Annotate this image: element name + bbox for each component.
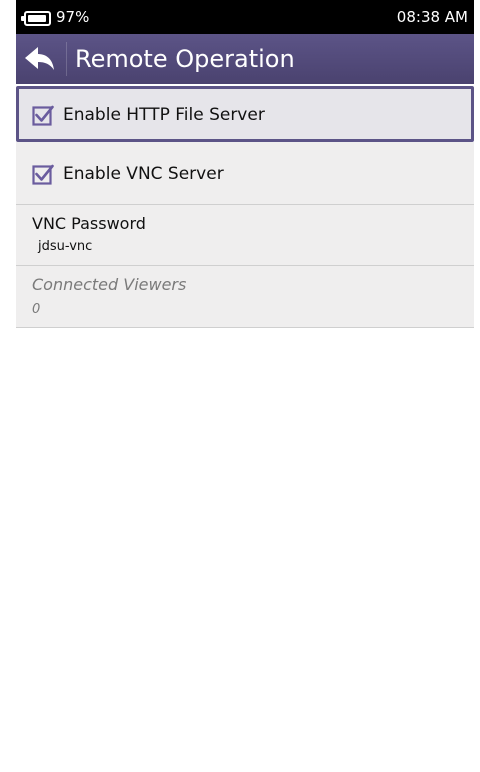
vnc-server-toggle[interactable]: Enable VNC Server — [16, 142, 474, 205]
title-bar: Remote Operation — [16, 34, 474, 84]
title-divider — [66, 42, 67, 76]
checkbox-checked-icon[interactable] — [32, 104, 54, 126]
device-screen: 97% 08:38 AM Remote Operation Enable HTT… — [16, 0, 474, 772]
page-title: Remote Operation — [75, 45, 295, 73]
vnc-password-value: jdsu-vnc — [38, 239, 93, 254]
back-arrow-icon — [25, 47, 54, 70]
checkbox-checked-icon[interactable] — [32, 163, 54, 185]
vnc-password-label: VNC Password — [32, 214, 146, 233]
battery-icon — [21, 11, 51, 26]
http-file-server-label: Enable HTTP File Server — [63, 105, 265, 125]
connected-viewers-field: Connected Viewers 0 — [16, 266, 474, 328]
back-button[interactable] — [16, 34, 66, 84]
http-file-server-toggle[interactable]: Enable HTTP File Server — [16, 86, 474, 142]
status-bar: 97% 08:38 AM — [16, 0, 474, 34]
vnc-server-label: Enable VNC Server — [63, 164, 224, 184]
clock: 08:38 AM — [396, 8, 468, 26]
battery-percent: 97% — [56, 8, 90, 26]
connected-viewers-value: 0 — [32, 302, 41, 317]
connected-viewers-label: Connected Viewers — [32, 275, 187, 294]
vnc-password-field[interactable]: VNC Password jdsu-vnc — [16, 205, 474, 266]
battery-level-fill — [28, 15, 46, 22]
